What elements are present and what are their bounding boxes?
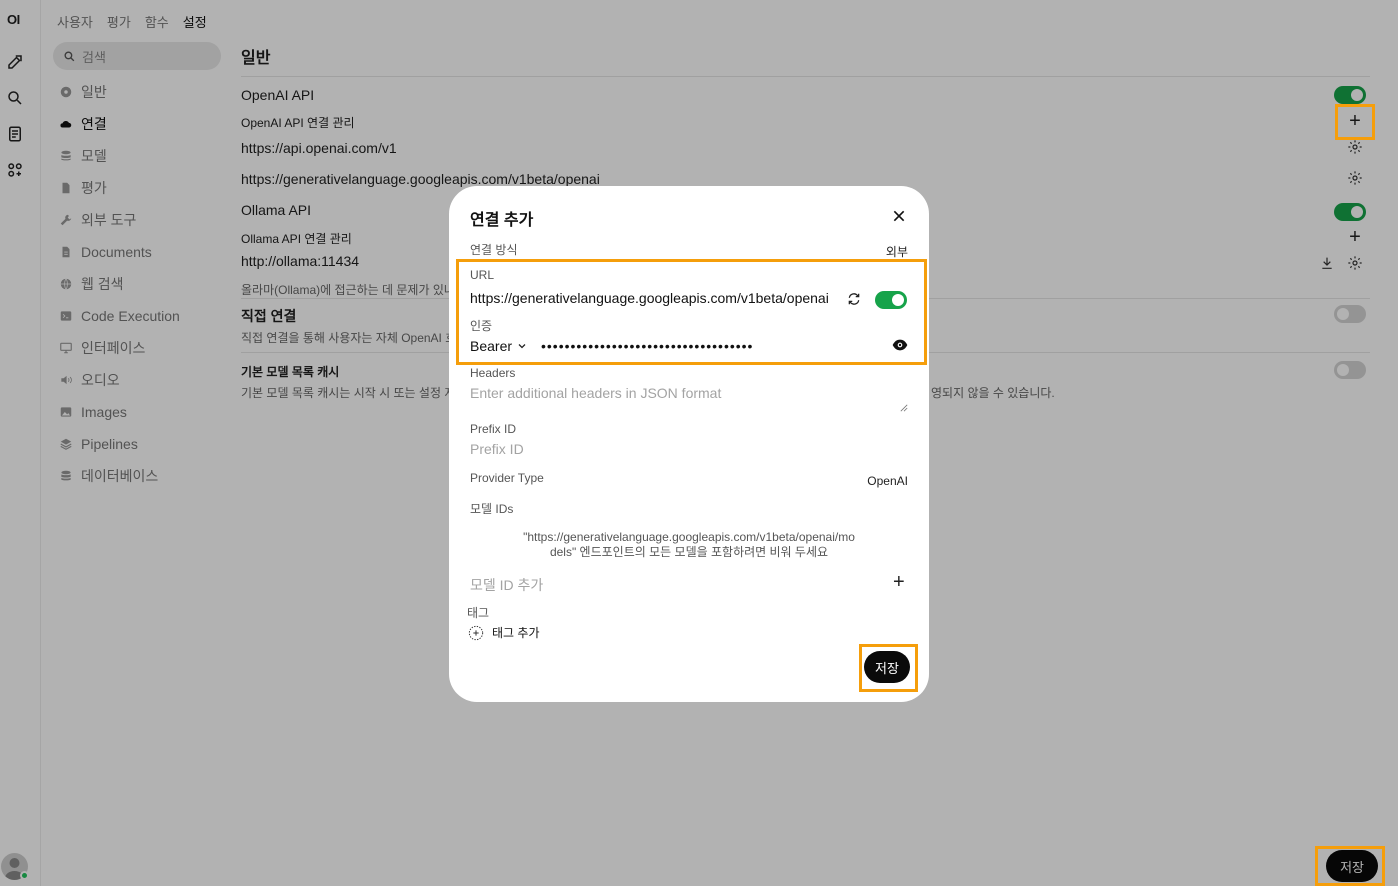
refresh-icon[interactable]	[847, 292, 861, 306]
add-connection-modal: 연결 추가 연결 방식 외부 URL https://generativelan…	[449, 186, 929, 702]
prefix-id-input[interactable]: Prefix ID	[470, 441, 524, 457]
model-ids-label: 모델 IDs	[470, 502, 514, 516]
url-label: URL	[470, 268, 495, 282]
add-tag-button[interactable]: 태그 추가	[468, 624, 540, 641]
provider-type-select[interactable]: OpenAI	[867, 474, 908, 488]
auth-type-value: Bearer	[470, 338, 513, 354]
auth-type-select[interactable]: Bearer	[470, 338, 528, 354]
eye-icon[interactable]	[892, 338, 908, 352]
add-model-id-input[interactable]: 모델 ID 추가	[470, 575, 543, 595]
url-enable-toggle[interactable]	[875, 291, 907, 309]
auth-label: 인증	[470, 319, 493, 333]
headers-label: Headers	[470, 366, 516, 380]
url-input[interactable]: https://generativelanguage.googleapis.co…	[470, 290, 834, 306]
close-icon[interactable]	[891, 208, 907, 224]
prefix-id-label: Prefix ID	[470, 422, 517, 436]
connection-type-select[interactable]: 외부	[886, 243, 908, 260]
api-key-input[interactable]: ••••••••••••••••••••••••••••••••••••	[541, 338, 753, 354]
headers-textarea[interactable]: Enter additional headers in JSON format	[470, 385, 721, 401]
add-tag-icon	[468, 625, 484, 640]
provider-type-label: Provider Type	[470, 471, 544, 485]
tags-label: 태그	[467, 606, 490, 620]
model-ids-hint: "https://generativelanguage.googleapis.c…	[523, 530, 855, 559]
modal-title: 연결 추가	[470, 212, 534, 229]
connection-type-label: 연결 방식	[470, 243, 518, 257]
chevron-down-icon	[518, 344, 526, 349]
resize-handle-icon[interactable]	[900, 404, 908, 412]
modal-save-button[interactable]: 저장	[864, 651, 910, 683]
add-model-id-button[interactable]: +	[893, 571, 905, 594]
